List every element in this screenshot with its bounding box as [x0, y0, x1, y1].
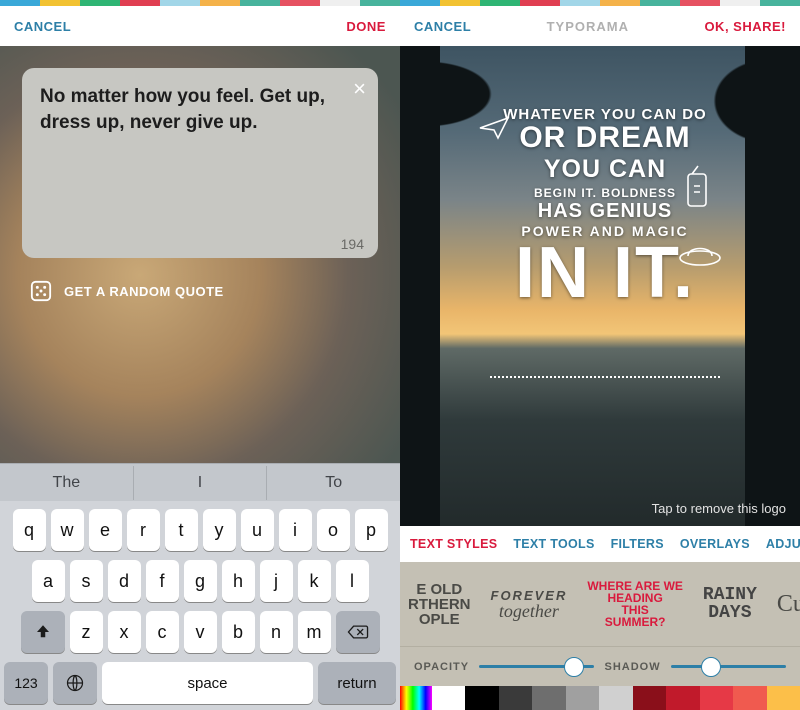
share-button[interactable]: OK, SHARE! — [704, 19, 786, 34]
cancel-button[interactable]: CANCEL — [14, 19, 71, 34]
shadow-label: SHADOW — [604, 661, 660, 673]
key-j[interactable]: j — [260, 560, 293, 602]
opacity-slider[interactable] — [479, 665, 594, 668]
key-u[interactable]: u — [241, 509, 274, 551]
tab-overlays[interactable]: OVERLAYS — [680, 537, 750, 551]
space-key[interactable]: space — [102, 662, 313, 704]
style-carousel[interactable]: E OLD RTHERN OPLE FOREVER together WHERE… — [400, 562, 800, 646]
tab-text-tools[interactable]: TEXT TOOLS — [513, 537, 594, 551]
color-swatch[interactable] — [733, 686, 766, 710]
style-preset[interactable]: E OLD RTHERN OPLE — [408, 582, 471, 627]
text-line: HAS GENIUS — [500, 200, 710, 223]
color-swatch[interactable] — [532, 686, 565, 710]
key-l[interactable]: l — [336, 560, 369, 602]
palm-trunk — [745, 46, 800, 526]
style-preset[interactable]: RAINY DAYS — [703, 586, 757, 622]
color-palette — [400, 686, 800, 710]
suggestion[interactable]: I — [134, 466, 268, 500]
key-r[interactable]: r — [127, 509, 160, 551]
keyboard-suggestions: The I To — [0, 463, 400, 501]
remove-logo-hint[interactable]: Tap to remove this logo — [652, 501, 786, 516]
key-s[interactable]: s — [70, 560, 103, 602]
text-input-card[interactable]: No matter how you feel. Get up, dress up… — [22, 68, 378, 258]
key-v[interactable]: v — [184, 611, 217, 653]
editor-screen: CANCEL TYPORAMA OK, SHARE! WHATEVER YOU … — [400, 0, 800, 710]
tab-adjustments[interactable]: ADJUSTMENTS — [766, 537, 800, 551]
drink-icon — [680, 164, 716, 214]
paper-plane-icon — [478, 114, 514, 142]
clear-text-button[interactable]: × — [353, 76, 366, 102]
text-line: BEGIN IT. BOLDNESS — [500, 186, 710, 200]
return-key[interactable]: return — [318, 662, 396, 704]
key-y[interactable]: y — [203, 509, 236, 551]
key-k[interactable]: k — [298, 560, 331, 602]
backspace-key[interactable] — [336, 611, 380, 653]
key-n[interactable]: n — [260, 611, 293, 653]
text-line: OR DREAM — [500, 121, 710, 155]
text-line: YOU CAN — [500, 155, 710, 184]
color-swatch[interactable] — [633, 686, 666, 710]
opacity-label: OPACITY — [414, 661, 469, 673]
key-i[interactable]: i — [279, 509, 312, 551]
key-t[interactable]: t — [165, 509, 198, 551]
suggestion[interactable]: The — [0, 466, 134, 500]
tab-text-styles[interactable]: TEXT STYLES — [410, 537, 497, 551]
char-counter: 194 — [341, 236, 364, 252]
random-quote-button[interactable]: GET A RANDOM QUOTE — [30, 280, 224, 302]
dice-icon — [30, 280, 52, 302]
random-quote-label: GET A RANDOM QUOTE — [64, 284, 224, 299]
color-swatch[interactable] — [432, 686, 465, 710]
color-swatch[interactable] — [499, 686, 532, 710]
key-f[interactable]: f — [146, 560, 179, 602]
color-swatch[interactable] — [767, 686, 800, 710]
key-z[interactable]: z — [70, 611, 103, 653]
app-title: TYPORAMA — [547, 19, 629, 34]
key-b[interactable]: b — [222, 611, 255, 653]
tool-tabs: TEXT STYLES TEXT TOOLS FILTERS OVERLAYS … — [400, 526, 800, 562]
slider-thumb[interactable] — [701, 657, 721, 677]
quote-textarea[interactable]: No matter how you feel. Get up, dress up… — [40, 84, 360, 135]
style-preset[interactable]: WHERE ARE WE HEADING THIS SUMMER? — [587, 580, 683, 628]
header-bar: CANCEL DONE — [0, 6, 400, 46]
key-e[interactable]: e — [89, 509, 122, 551]
done-button[interactable]: DONE — [346, 19, 386, 34]
color-swatch[interactable] — [700, 686, 733, 710]
color-swatch[interactable] — [566, 686, 599, 710]
key-x[interactable]: x — [108, 611, 141, 653]
style-preset[interactable]: FOREVER together — [491, 589, 568, 620]
shadow-slider[interactable] — [671, 665, 786, 668]
numbers-key[interactable]: 123 — [4, 662, 48, 704]
color-swatch[interactable] — [599, 686, 632, 710]
cancel-button[interactable]: CANCEL — [414, 19, 471, 34]
ios-keyboard: qwertyuiop asdfghjkl zxcvbnm 123 space r… — [0, 501, 400, 710]
text-input-screen: CANCEL DONE No matter how you feel. Get … — [0, 0, 400, 710]
key-o[interactable]: o — [317, 509, 350, 551]
key-c[interactable]: c — [146, 611, 179, 653]
style-preset[interactable]: Cutes — [777, 592, 800, 616]
hat-icon — [678, 234, 722, 268]
suggestion[interactable]: To — [267, 466, 400, 500]
slider-row: OPACITY SHADOW — [400, 646, 800, 686]
color-swatch[interactable] — [465, 686, 498, 710]
color-swatch[interactable] — [666, 686, 699, 710]
key-p[interactable]: p — [355, 509, 388, 551]
palm-trunk — [400, 46, 440, 526]
dotted-divider — [490, 376, 720, 378]
blurred-background: No matter how you feel. Get up, dress up… — [0, 46, 400, 463]
shift-key[interactable] — [21, 611, 65, 653]
key-a[interactable]: a — [32, 560, 65, 602]
slider-thumb[interactable] — [564, 657, 584, 677]
header-bar: CANCEL TYPORAMA OK, SHARE! — [400, 6, 800, 46]
tab-filters[interactable]: FILTERS — [611, 537, 664, 551]
key-d[interactable]: d — [108, 560, 141, 602]
key-m[interactable]: m — [298, 611, 331, 653]
image-canvas[interactable]: WHATEVER YOU CAN DO OR DREAM YOU CAN BEG… — [400, 46, 800, 526]
globe-key[interactable] — [53, 662, 97, 704]
key-h[interactable]: h — [222, 560, 255, 602]
key-q[interactable]: q — [13, 509, 46, 551]
key-g[interactable]: g — [184, 560, 217, 602]
typography-overlay[interactable]: WHATEVER YOU CAN DO OR DREAM YOU CAN BEG… — [500, 106, 710, 304]
color-picker-button[interactable] — [400, 686, 432, 710]
key-w[interactable]: w — [51, 509, 84, 551]
